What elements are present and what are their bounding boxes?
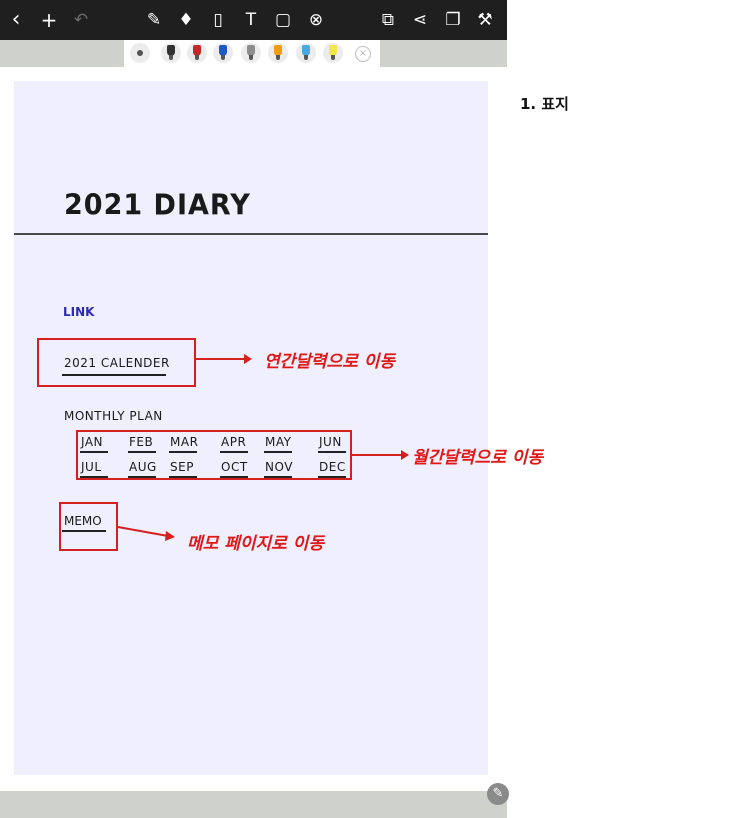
section-title: 1. 표지 <box>520 95 569 113</box>
months-arrow-head <box>401 450 409 460</box>
edit-pencil-icon[interactable]: ✎ <box>487 783 509 805</box>
monthly-annotation: 월간달력으로 이동 <box>412 448 544 468</box>
memo-annotation: 메모 페이지로 이동 <box>187 534 324 554</box>
annotation-arrows <box>117 354 409 541</box>
bottom-bar <box>0 791 507 818</box>
calendar-annotation: 연간달력으로 이동 <box>264 352 396 372</box>
memo-arrow-line <box>117 526 169 537</box>
calendar-arrow-head <box>244 354 252 364</box>
memo-arrow-head <box>165 531 175 541</box>
